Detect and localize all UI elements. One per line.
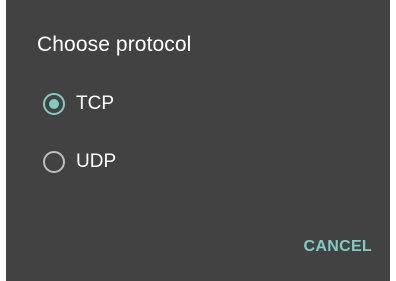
dialog-title: Choose protocol (37, 33, 192, 56)
radio-unchecked-icon[interactable] (43, 151, 65, 173)
option-label-tcp: TCP (76, 93, 114, 114)
option-label-udp: UDP (76, 151, 117, 172)
protocol-dialog: Choose protocol TCP UDP CANCEL (6, 0, 390, 281)
option-tcp[interactable]: TCP (6, 80, 390, 128)
radio-checked-icon[interactable] (43, 93, 65, 115)
option-udp[interactable]: UDP (6, 138, 390, 186)
cancel-button[interactable]: CANCEL (302, 229, 374, 265)
